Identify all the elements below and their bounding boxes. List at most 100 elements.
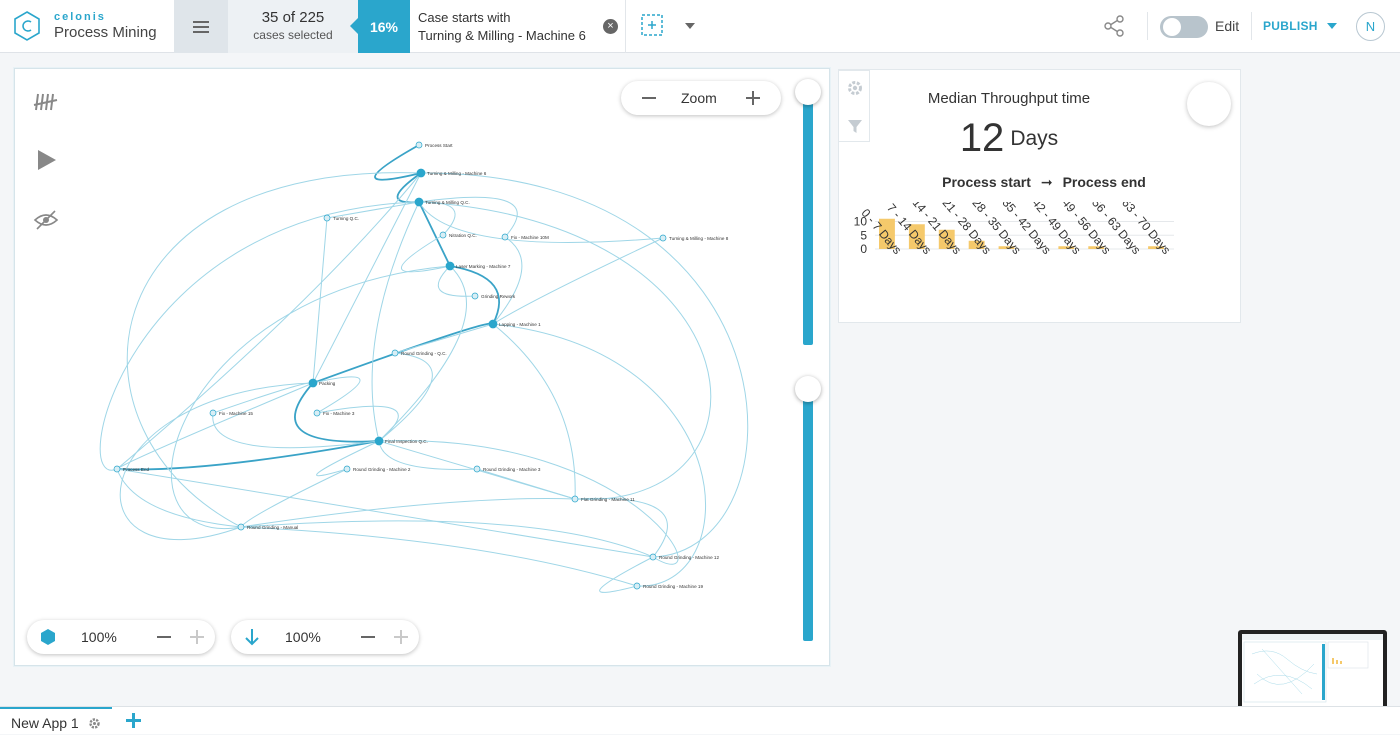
decrease-connections-icon[interactable] — [361, 629, 375, 645]
process-edge[interactable] — [378, 352, 433, 442]
activities-slider-handle[interactable] — [795, 79, 821, 105]
decrease-activities-icon[interactable] — [157, 629, 171, 645]
process-edge[interactable] — [116, 468, 242, 528]
activity-node[interactable] — [323, 214, 331, 222]
activity-node[interactable] — [439, 231, 447, 239]
process-edge[interactable] — [170, 265, 451, 530]
throughput-histogram[interactable]: 10500 - 7 Days7 - 14 Days14 - 21 Days21 … — [839, 202, 1242, 322]
frequency-tally-icon[interactable] — [33, 89, 59, 115]
filter-icon[interactable] — [846, 117, 864, 135]
user-avatar[interactable]: N — [1356, 12, 1385, 41]
kpi-title: Median Throughput time — [927, 90, 1091, 107]
activity-node[interactable] — [313, 409, 321, 417]
selection-summary[interactable]: 35 of 225 cases selected — [228, 0, 358, 53]
clear-filter-icon[interactable]: × — [603, 19, 618, 34]
activity-node[interactable] — [113, 465, 121, 473]
kpi-option-knob[interactable] — [1187, 82, 1231, 126]
activity-label: Round Grinding - Manual — [247, 525, 298, 530]
edit-label: Edit — [1215, 18, 1240, 34]
selection-percent-badge: 16% — [350, 0, 410, 53]
active-filter[interactable]: Case starts with Turning & Milling - Mac… — [418, 9, 608, 45]
activity-node[interactable] — [471, 292, 479, 300]
kpi-range-selector[interactable]: Process start ➞ Process end — [839, 174, 1249, 191]
chevron-down-icon[interactable] — [1327, 22, 1337, 30]
activity-label: Turning & Milling - Machine 6 — [427, 171, 487, 176]
divider — [625, 0, 626, 53]
edit-mode-toggle[interactable] — [1160, 16, 1208, 38]
range-from[interactable]: Process start — [942, 174, 1031, 190]
activity-node[interactable] — [501, 233, 509, 241]
component-toolbar — [838, 70, 870, 142]
activity-label: Lapping - Machine 1 — [499, 322, 541, 327]
process-edge[interactable] — [476, 468, 576, 500]
share-icon[interactable] — [1103, 15, 1125, 37]
activity-label: Process End — [123, 467, 149, 472]
process-edge[interactable] — [240, 520, 654, 558]
process-edge[interactable] — [116, 468, 654, 558]
process-edge[interactable] — [418, 201, 456, 236]
activity-node[interactable] — [633, 582, 641, 590]
toggle-knob — [1163, 18, 1181, 36]
process-edge[interactable] — [394, 323, 494, 354]
process-map[interactable]: Process Start Turning & Milling - Machine… — [45, 131, 805, 601]
activity-label: Flat Grinding - Machine 11 — [581, 497, 635, 502]
activity-node[interactable] — [391, 349, 399, 357]
activity-node[interactable] — [571, 495, 579, 503]
activities-hexagon-icon — [41, 629, 55, 645]
activities-percentage-control: 100% — [27, 620, 215, 654]
divider — [1251, 12, 1252, 40]
sheet-tab-bar: New App 1 — [0, 706, 1400, 734]
activity-node[interactable] — [488, 319, 498, 329]
publish-button[interactable]: PUBLISH — [1263, 19, 1318, 33]
activity-node[interactable] — [473, 465, 481, 473]
activity-node[interactable] — [659, 234, 667, 242]
range-to[interactable]: Process end — [1063, 174, 1146, 190]
process-edge[interactable] — [99, 201, 420, 471]
increase-activities-icon[interactable] — [189, 629, 205, 645]
process-edge[interactable] — [371, 201, 420, 442]
gear-icon[interactable] — [88, 717, 101, 730]
activity-node[interactable] — [374, 436, 384, 446]
activity-label: Process Start — [425, 143, 453, 148]
activity-label: Fix - Machine 10M — [511, 235, 549, 240]
process-edge[interactable] — [212, 382, 314, 414]
activity-label: Packing — [319, 381, 336, 386]
tab-new-app-1[interactable]: New App 1 — [0, 707, 112, 735]
process-edge[interactable] — [492, 323, 576, 500]
activity-node[interactable] — [415, 141, 423, 149]
activity-node[interactable] — [237, 523, 245, 531]
process-edge[interactable] — [374, 144, 422, 181]
process-edge[interactable] — [119, 382, 314, 540]
menu-button[interactable] — [174, 0, 228, 53]
activity-label: Final Inspection Q.C. — [385, 439, 428, 444]
gear-icon[interactable] — [846, 79, 864, 97]
zoom-in-icon[interactable] — [745, 90, 761, 106]
connections-percentage: 100% — [285, 629, 321, 645]
increase-connections-icon[interactable] — [393, 629, 409, 645]
arrow-down-icon — [245, 629, 259, 646]
activity-label: Round Grinding - Machine 3 — [483, 467, 541, 472]
selection-tool-icon[interactable] — [641, 14, 663, 36]
process-edge[interactable] — [240, 526, 638, 587]
activity-label: Laser Marking - Machine 7 — [456, 264, 511, 269]
brand[interactable]: celonis Process Mining — [12, 8, 172, 44]
chevron-down-icon[interactable] — [684, 20, 696, 32]
hamburger-icon — [193, 20, 209, 33]
activity-node[interactable] — [209, 409, 217, 417]
process-map-edges — [99, 144, 749, 593]
add-sheet-icon[interactable] — [126, 713, 141, 728]
process-edge[interactable] — [378, 440, 679, 565]
activity-node[interactable] — [308, 378, 318, 388]
activity-node[interactable] — [649, 553, 657, 561]
process-edge[interactable] — [574, 497, 668, 558]
brand-product: Process Mining — [54, 24, 157, 41]
activity-node[interactable] — [416, 168, 426, 178]
activity-node[interactable] — [445, 261, 455, 271]
activity-node[interactable] — [343, 465, 351, 473]
activity-label: Grinding Rework — [481, 294, 516, 299]
zoom-control: Zoom — [621, 81, 781, 115]
process-edge[interactable] — [240, 498, 576, 528]
process-edge[interactable] — [418, 201, 712, 500]
zoom-out-icon[interactable] — [641, 91, 657, 105]
activity-node[interactable] — [414, 197, 424, 207]
